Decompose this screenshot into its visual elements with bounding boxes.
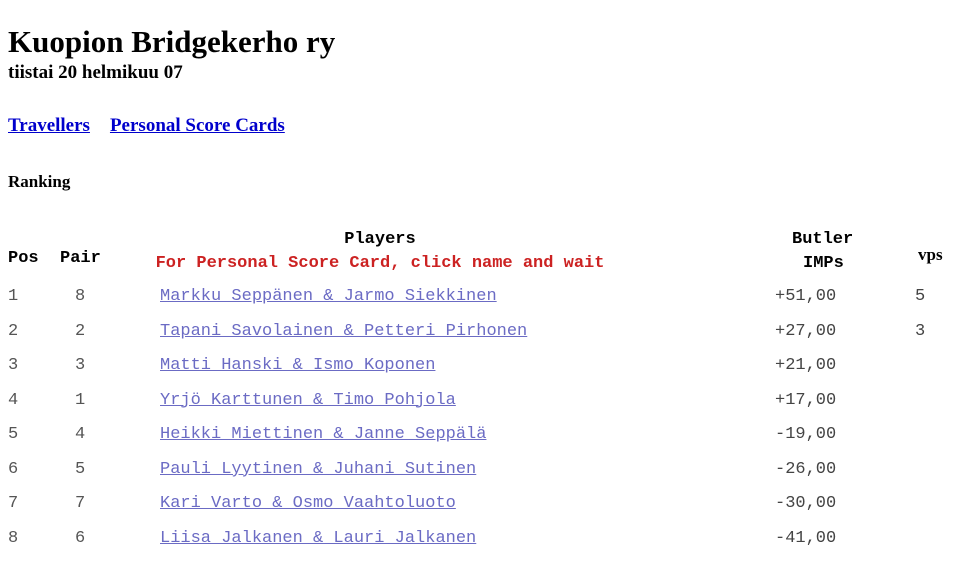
cell-pos: 4 — [8, 390, 19, 410]
cell-pair: 7 — [75, 494, 86, 513]
cell-pos: 5 — [8, 425, 19, 444]
page-root: Kuopion Bridgekerho ry tiistai 20 helmik… — [0, 0, 960, 565]
cell-pos: 2 — [8, 321, 19, 341]
player-pair-link[interactable]: Liisa Jalkanen & Lauri Jalkanen — [160, 529, 476, 548]
cell-pair: 6 — [75, 528, 86, 548]
cell-pos: 3 — [8, 356, 19, 375]
cell-butler-imps: +21,00 — [775, 356, 837, 375]
cell-butler-imps: -26,00 — [775, 459, 837, 479]
player-pair-link[interactable]: Kari Varto & Osmo Vaahtoluoto — [160, 494, 456, 513]
nav-links: Travellers Personal Score Cards — [8, 115, 285, 137]
player-pair-link[interactable]: Yrjö Karttunen & Timo Pohjola — [160, 391, 456, 410]
link-personal-score-cards[interactable]: Personal Score Cards — [110, 115, 285, 136]
cell-pair: 4 — [75, 425, 86, 444]
player-pair-link[interactable]: Matti Hanski & Ismo Koponen — [160, 356, 435, 375]
table-row: 6 5 Pauli Lyytinen & Juhani Sutinen -26,00 — [0, 459, 960, 494]
cell-vps: 3 — [915, 321, 926, 341]
player-pair-link[interactable]: Pauli Lyytinen & Juhani Sutinen — [160, 460, 476, 479]
cell-players: Tapani Savolainen & Petteri Pirhonen — [160, 321, 527, 342]
cell-players: Markku Seppänen & Jarmo Siekkinen — [160, 286, 497, 307]
cell-players: Pauli Lyytinen & Juhani Sutinen — [160, 459, 476, 480]
cell-pos: 1 — [8, 287, 19, 306]
cell-players: Yrjö Karttunen & Timo Pohjola — [160, 390, 456, 411]
player-pair-link[interactable]: Markku Seppänen & Jarmo Siekkinen — [160, 287, 497, 306]
cell-pair: 2 — [75, 321, 86, 341]
cell-pair: 5 — [75, 459, 86, 479]
ranking-table: Pos Pair Players For Personal Score Card… — [0, 224, 960, 562]
table-row: 1 8 Markku Seppänen & Jarmo Siekkinen +51,0… — [0, 286, 960, 321]
cell-pair: 3 — [75, 356, 86, 375]
table-row: 4 1 Yrjö Karttunen & Timo Pohjola +17,00 — [0, 390, 960, 425]
column-header-imps: IMPs — [803, 254, 844, 273]
cell-pos: 6 — [8, 459, 19, 479]
table-row: 3 3 Matti Hanski & Ismo Koponen +21,00 — [0, 355, 960, 390]
cell-players: Kari Varto & Osmo Vaahtoluoto — [160, 493, 456, 514]
column-header-players: Players — [344, 230, 416, 249]
link-travellers[interactable]: Travellers — [8, 115, 90, 136]
player-pair-link[interactable]: Tapani Savolainen & Petteri Pirhonen — [160, 322, 527, 341]
page-title: Kuopion Bridgekerho ry — [8, 23, 336, 59]
cell-pos: 8 — [8, 528, 19, 548]
cell-players: Liisa Jalkanen & Lauri Jalkanen — [160, 528, 476, 549]
cell-butler-imps: +51,00 — [775, 287, 837, 306]
table-header-row: Pos Pair Players For Personal Score Card… — [0, 224, 960, 286]
table-row: 8 6 Liisa Jalkanen & Lauri Jalkanen -41,00 — [0, 528, 960, 563]
cell-butler-imps: -30,00 — [775, 494, 837, 513]
column-header-butler: Butler — [792, 230, 854, 249]
column-header-vps: vps — [918, 245, 943, 264]
cell-pair: 8 — [75, 287, 86, 306]
table-row: 7 7 Kari Varto & Osmo Vaahtoluoto -30,00 — [0, 493, 960, 528]
table-row: 2 2 Tapani Savolainen & Petteri Pirhonen +2… — [0, 321, 960, 356]
column-header-players-note: For Personal Score Card, click name and … — [155, 254, 605, 273]
table-row: 5 4 Heikki Miettinen & Janne Seppälä -19,00 — [0, 424, 960, 459]
event-date: tiistai 20 helmikuu 07 — [8, 62, 183, 83]
cell-players: Matti Hanski & Ismo Koponen — [160, 355, 435, 376]
cell-vps: 5 — [915, 287, 926, 306]
cell-pos: 7 — [8, 494, 19, 513]
cell-butler-imps: -19,00 — [775, 425, 837, 444]
table-body: 1 8 Markku Seppänen & Jarmo Siekkinen +51,0… — [0, 286, 960, 562]
cell-butler-imps: +17,00 — [775, 390, 837, 410]
cell-butler-imps: +27,00 — [775, 321, 837, 341]
cell-pair: 1 — [75, 390, 86, 410]
section-heading-ranking: Ranking — [8, 172, 71, 191]
cell-players: Heikki Miettinen & Janne Seppälä — [160, 424, 486, 445]
cell-butler-imps: -41,00 — [775, 528, 837, 548]
player-pair-link[interactable]: Heikki Miettinen & Janne Seppälä — [160, 425, 486, 444]
